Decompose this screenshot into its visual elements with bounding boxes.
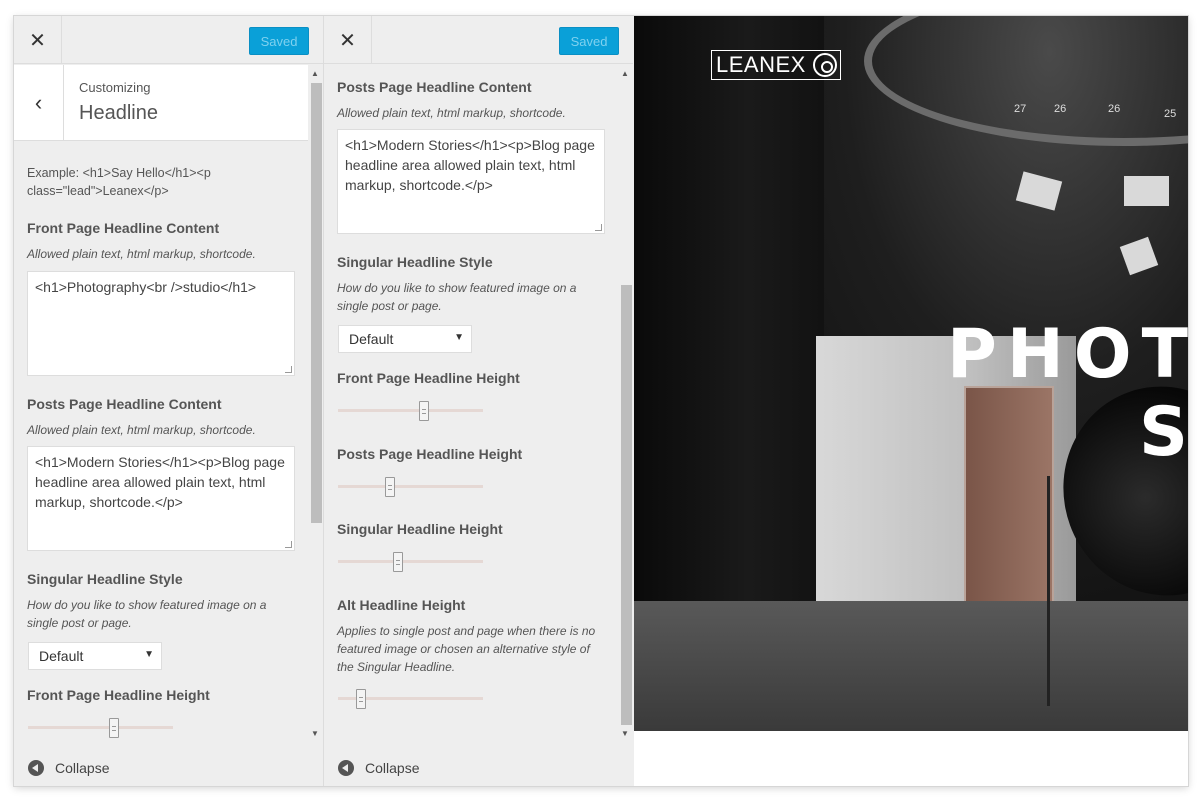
slider-track [338,409,483,412]
slider-track [338,485,483,488]
control-title: Singular Headline Style [337,254,493,270]
close-icon: ✕ [339,29,356,52]
control-title: Singular Headline Height [337,521,503,537]
alt-height-control: Alt Headline Height Applies to single po… [337,597,607,676]
saved-button[interactable]: Saved [559,27,619,55]
hero-line-1: PHOT [947,315,1188,394]
slider-handle[interactable] [109,718,119,738]
logo-text: LEANEX [716,52,806,77]
chevron-left-icon: ‹ [34,90,43,115]
example-text: Example: <h1>Say Hello</h1><p class="lea… [27,166,211,198]
section-title: Headline [79,102,158,124]
lighting-rig-ring [864,16,1188,146]
customizer-window: ✕ Saved ‹ Customizing Headline Example: … [14,16,1188,786]
studio-lamp [1015,171,1063,211]
ring-number: 27 [1014,103,1027,115]
collapse-button[interactable]: Collapse [338,758,419,778]
alt-height-slider[interactable] [338,689,483,709]
posts-height-slider[interactable] [338,477,483,497]
collapse-icon [28,760,44,776]
control-description: Applies to single post and page when the… [337,624,596,674]
slider-track [338,560,483,563]
control-description: Allowed plain text, html markup, shortco… [27,247,256,261]
site-preview: 27 26 26 25 LEANEX PHOT S [634,16,1188,786]
scrollbar-thumb[interactable] [621,285,632,725]
customizing-label: Customizing [79,80,151,95]
close-icon: ✕ [29,29,46,52]
control-title: Front Page Headline Height [337,370,520,386]
scroll-up-icon[interactable]: ▲ [311,69,319,78]
control-description: How do you like to show featured image o… [27,598,267,630]
front-content-textarea[interactable]: <h1>Photography<br />studio</h1> [27,271,295,376]
control-description: Allowed plain text, html markup, shortco… [337,106,566,120]
scrollbar[interactable]: ▲ ▼ [309,65,323,755]
studio-floor [634,601,1188,731]
posts-content-textarea[interactable]: <h1>Modern Stories</h1><p>Blog page head… [337,129,605,234]
posts-height-control: Posts Page Headline Height [337,446,607,462]
aperture-icon [813,53,837,77]
front-height-slider[interactable] [28,718,173,738]
control-title: Alt Headline Height [337,597,466,613]
collapse-button[interactable]: Collapse [28,758,109,778]
hero-headline: PHOT S [947,316,1188,472]
control-title: Front Page Headline Content [27,220,220,236]
collapse-label: Collapse [365,760,420,776]
slider-track [28,726,173,729]
back-button[interactable]: ‹ [14,65,64,141]
slider-handle[interactable] [356,689,366,709]
panel-topbar: ✕ Saved [14,16,323,64]
front-height-control: Front Page Headline Height [337,370,607,386]
section-header: ‹ Customizing Headline [14,65,308,141]
scroll-up-icon[interactable]: ▲ [621,69,629,78]
scrollbar[interactable]: ▲ ▼ [619,65,633,755]
ring-number: 26 [1108,103,1121,115]
close-button[interactable]: ✕ [324,16,372,64]
customizer-panel-right: ✕ Saved Posts Page Headline Content Allo… [323,16,633,786]
scroll-down-icon[interactable]: ▼ [621,729,629,738]
control-title: Singular Headline Style [27,571,183,587]
posts-content-control: Posts Page Headline Content Allowed plai… [27,396,297,439]
collapse-icon [338,760,354,776]
customizer-panel-left: ✕ Saved ‹ Customizing Headline Example: … [14,16,323,786]
ring-number: 25 [1164,108,1177,120]
ring-number: 26 [1054,103,1067,115]
singular-style-select[interactable]: Default ▼ [338,325,472,353]
control-title: Posts Page Headline Content [337,79,532,95]
studio-lamp [1119,236,1159,276]
hero-photo: 27 26 26 25 LEANEX PHOT S [634,16,1188,731]
close-button[interactable]: ✕ [14,16,62,64]
singular-style-select[interactable]: Default ▼ [28,642,162,670]
panel-topbar: ✕ Saved [324,16,633,64]
slider-handle[interactable] [419,401,429,421]
singular-height-control: Singular Headline Height [337,521,607,537]
control-title: Posts Page Headline Height [337,446,523,462]
slider-handle[interactable] [393,552,403,572]
control-description: How do you like to show featured image o… [337,281,577,313]
front-content-control: Front Page Headline Content Allowed plai… [27,220,297,263]
control-description: Allowed plain text, html markup, shortco… [27,423,256,437]
scrollbar-thumb[interactable] [311,83,322,523]
slider-handle[interactable] [385,477,395,497]
posts-content-control: Posts Page Headline Content Allowed plai… [337,79,607,122]
front-height-control: Front Page Headline Height [27,687,297,703]
select-value: Default [349,331,394,347]
scroll-down-icon[interactable]: ▼ [311,729,319,738]
singular-style-control: Singular Headline Style How do you like … [27,571,297,632]
control-title: Front Page Headline Height [27,687,210,703]
light-stand [1047,476,1050,706]
saved-button[interactable]: Saved [249,27,309,55]
hero-line-2: S [1139,393,1188,472]
singular-style-control: Singular Headline Style How do you like … [337,254,607,315]
select-value: Default [39,648,84,664]
site-logo[interactable]: LEANEX [711,50,841,80]
front-height-slider[interactable] [338,401,483,421]
example-note: Example: <h1>Say Hello</h1><p class="lea… [27,164,297,200]
singular-height-slider[interactable] [338,552,483,572]
control-title: Posts Page Headline Content [27,396,222,412]
posts-content-textarea[interactable]: <h1>Modern Stories</h1><p>Blog page head… [27,446,295,551]
collapse-label: Collapse [55,760,110,776]
caret-down-icon: ▼ [454,332,464,343]
caret-down-icon: ▼ [144,649,154,660]
studio-lamp [1124,176,1169,206]
